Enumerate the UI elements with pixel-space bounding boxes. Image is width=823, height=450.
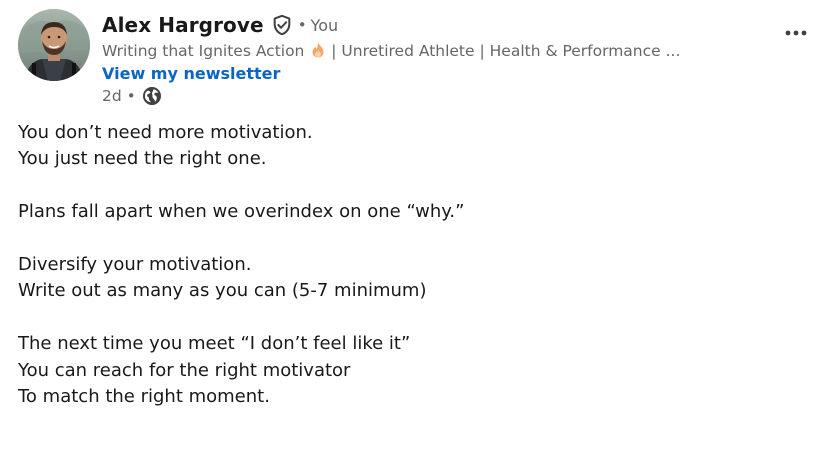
author-name[interactable]: Alex Hargrove (102, 13, 264, 37)
post-line: Plans fall apart when we overindex on on… (18, 201, 465, 223)
post-line: Write out as many as you can (5-7 minimu… (18, 280, 427, 302)
post-meta-row: 2d • (102, 85, 762, 107)
view-newsletter-link[interactable]: View my newsletter (102, 62, 280, 86)
post-line: You just need the right one. (18, 148, 267, 170)
headline-text-end: | Unretired Athlete | Health & Performan… (326, 42, 681, 60)
post-line: The next time you meet “I don’t feel lik… (18, 333, 411, 355)
author-avatar[interactable] (18, 9, 90, 81)
post-line: Diversify your motivation. (18, 253, 252, 275)
post-text: You don’t need more motivation. You just… (18, 120, 798, 410)
separator-dot: • (126, 87, 136, 105)
post-author-info: Alex Hargrove • You Writing that Ignites… (102, 10, 762, 107)
fire-emoji-icon (311, 42, 325, 58)
post-line: To match the right moment. (18, 385, 270, 407)
post-line: You don’t need more motivation. (18, 122, 313, 143)
feed-post: Alex Hargrove • You Writing that Ignites… (0, 0, 823, 450)
post-line: You can reach for the right motivator (18, 359, 351, 381)
avatar-photo (18, 9, 90, 81)
more-options-icon (785, 30, 807, 36)
connection-degree: You (310, 15, 339, 35)
globe-icon (142, 86, 162, 106)
headline-text-start: Writing that Ignites Action (102, 42, 305, 60)
verified-shield-icon (271, 14, 293, 36)
separator-dot: • (297, 16, 307, 34)
author-headline: Writing that Ignites Action | Unretired … (102, 40, 702, 62)
post-timestamp: 2d (102, 87, 122, 105)
author-name-row: Alex Hargrove • You (102, 10, 762, 40)
more-options-button[interactable] (783, 20, 809, 46)
